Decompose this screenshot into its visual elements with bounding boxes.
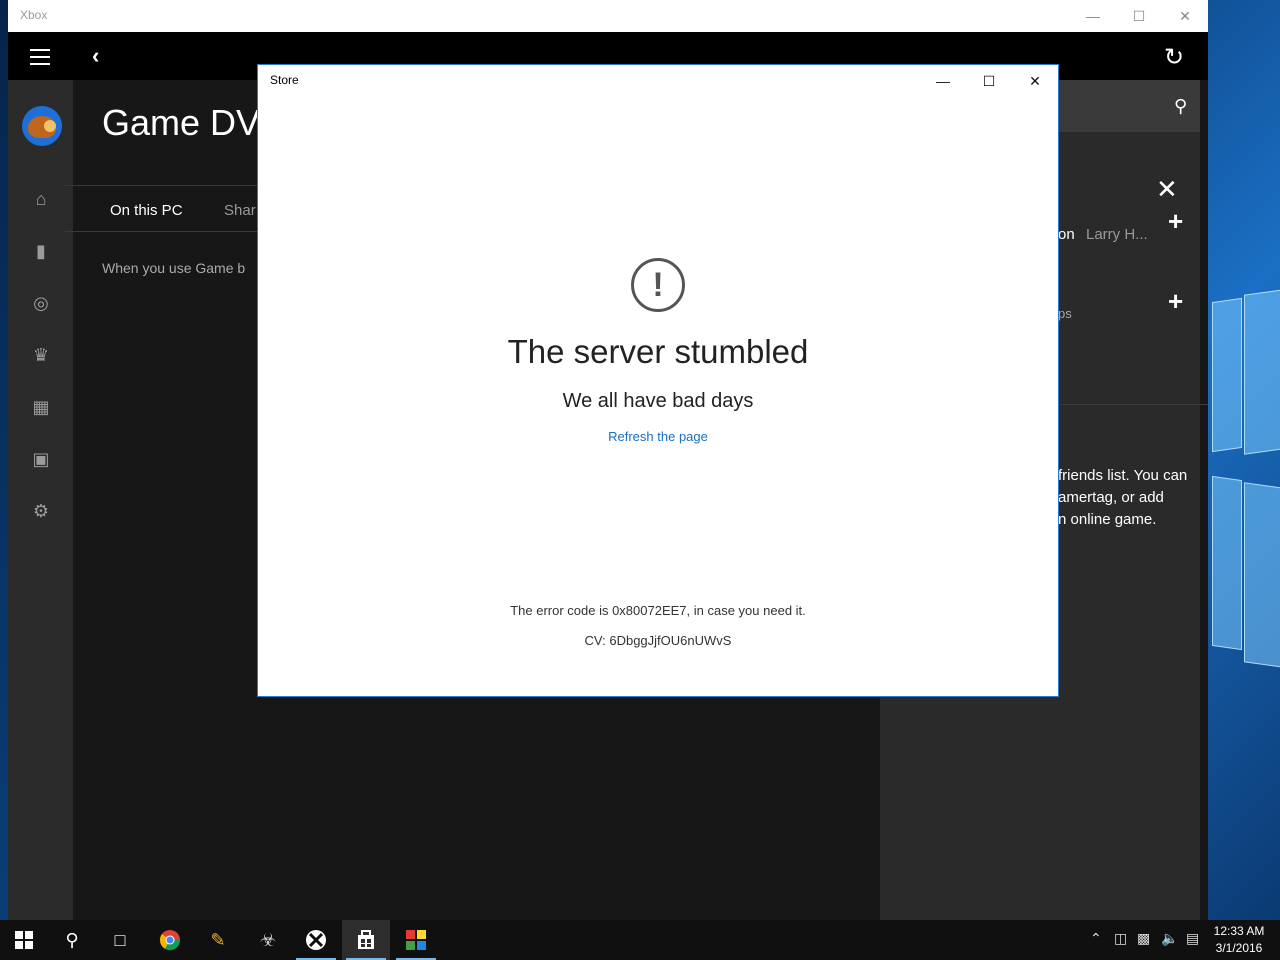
clock-date: 3/1/2016 bbox=[1215, 941, 1263, 955]
wallpaper-pane bbox=[1244, 289, 1280, 455]
refresh-icon[interactable]: ↻ bbox=[1164, 43, 1190, 71]
network-icon[interactable]: ▩ bbox=[1137, 930, 1150, 947]
hamburger-menu-icon[interactable] bbox=[30, 49, 50, 65]
game-dvr-description: When you use Game b bbox=[102, 260, 246, 276]
friend-name[interactable]: Larry H... bbox=[1086, 226, 1148, 243]
friend-status-fragment: on bbox=[1058, 226, 1075, 243]
refresh-page-link[interactable]: Refresh the page bbox=[258, 429, 1058, 444]
task-view-icon[interactable]: □ bbox=[96, 920, 144, 960]
error-code-text: The error code is 0x80072EE7, in case yo… bbox=[510, 603, 806, 618]
friends-help-line3: n online game. bbox=[1058, 511, 1157, 528]
wallpaper-pane bbox=[1212, 475, 1242, 651]
notifications-icon[interactable]: ▤ bbox=[1186, 930, 1199, 947]
store-window: Store — ☐ ✕ ! The server stumbled We all… bbox=[257, 64, 1059, 697]
exclamation-circle-icon: ! bbox=[631, 258, 685, 312]
tray-app-icon[interactable]: ◫ bbox=[1114, 930, 1127, 947]
xbox-minimize-button[interactable]: — bbox=[1070, 0, 1116, 32]
cv-text: CV: 6DbggJjfOU6nUWvS bbox=[584, 633, 732, 648]
xbox-close-button[interactable]: ✕ bbox=[1162, 0, 1208, 32]
store-maximize-button[interactable]: ☐ bbox=[966, 65, 1012, 97]
add-friend-icon[interactable]: + bbox=[1168, 206, 1183, 237]
app-pencil-icon[interactable]: ✎ bbox=[194, 920, 242, 960]
panel-divider bbox=[1060, 404, 1208, 405]
game-dvr-icon[interactable]: ▦ bbox=[30, 396, 52, 418]
add-club-icon[interactable]: + bbox=[1168, 286, 1183, 317]
tab-shared[interactable]: Shar bbox=[224, 202, 256, 219]
clock-time: 12:33 AM bbox=[1213, 924, 1265, 938]
friends-help-line2: amertag, or add bbox=[1058, 489, 1164, 506]
xbox-maximize-button[interactable]: ☐ bbox=[1116, 0, 1162, 32]
taskbar-clock[interactable]: 12:33 AM 3/1/2016 bbox=[1210, 923, 1268, 957]
store-icon[interactable]: ▣ bbox=[30, 448, 52, 470]
settings-gear-icon[interactable]: ⚙ bbox=[30, 500, 52, 522]
friends-help-line1: friends list. You can bbox=[1058, 467, 1188, 484]
error-headline: The server stumbled bbox=[507, 333, 809, 370]
search-icon[interactable]: ⚲ bbox=[1174, 96, 1194, 116]
volume-icon[interactable]: 🔈 bbox=[1161, 930, 1178, 947]
taskbar: ⚲ □ ✎ ☣ ⌃ ◫ ▩ 🔈 ▤ 12:33 AM 3/1/2016 bbox=[0, 920, 1280, 960]
close-icon[interactable]: ✕ bbox=[1156, 174, 1178, 205]
app-colorblocks-icon[interactable] bbox=[392, 920, 440, 960]
wallpaper-pane bbox=[1244, 482, 1280, 668]
avatar-hedgehog-face bbox=[44, 120, 56, 132]
app-character-icon[interactable]: ☣ bbox=[244, 920, 292, 960]
store-taskbar-icon[interactable] bbox=[342, 920, 390, 960]
error-subheadline: We all have bad days bbox=[562, 390, 754, 412]
xbox-titlebar: Xbox — ☐ ✕ bbox=[8, 0, 1208, 32]
search-icon[interactable]: ⚲ bbox=[48, 920, 96, 960]
xbox-sidebar: ⌂ ▮ ◎ ♛ ▦ ▣ ⚙ bbox=[8, 80, 73, 920]
home-icon[interactable]: ⌂ bbox=[30, 188, 52, 210]
globe-icon[interactable]: ◎ bbox=[30, 292, 52, 314]
xbox-window-title: Xbox bbox=[20, 8, 48, 22]
back-arrow-icon[interactable]: ‹ bbox=[92, 43, 116, 69]
messages-icon[interactable]: ▮ bbox=[30, 240, 52, 262]
store-close-button[interactable]: ✕ bbox=[1012, 65, 1058, 97]
store-window-title: Store bbox=[270, 73, 299, 87]
item-fragment: ps bbox=[1058, 306, 1072, 321]
start-windows-icon[interactable] bbox=[0, 920, 48, 960]
show-hidden-icons-chevron-icon[interactable]: ⌃ bbox=[1090, 930, 1102, 947]
avatar[interactable] bbox=[22, 106, 62, 146]
page-title: Game DV bbox=[102, 102, 261, 143]
wallpaper-pane bbox=[1212, 297, 1242, 453]
store-minimize-button[interactable]: — bbox=[920, 65, 966, 97]
xbox-icon[interactable] bbox=[292, 920, 340, 960]
tab-on-this-pc[interactable]: On this PC bbox=[110, 202, 183, 219]
trophy-icon[interactable]: ♛ bbox=[30, 344, 52, 366]
chrome-icon[interactable] bbox=[146, 920, 194, 960]
